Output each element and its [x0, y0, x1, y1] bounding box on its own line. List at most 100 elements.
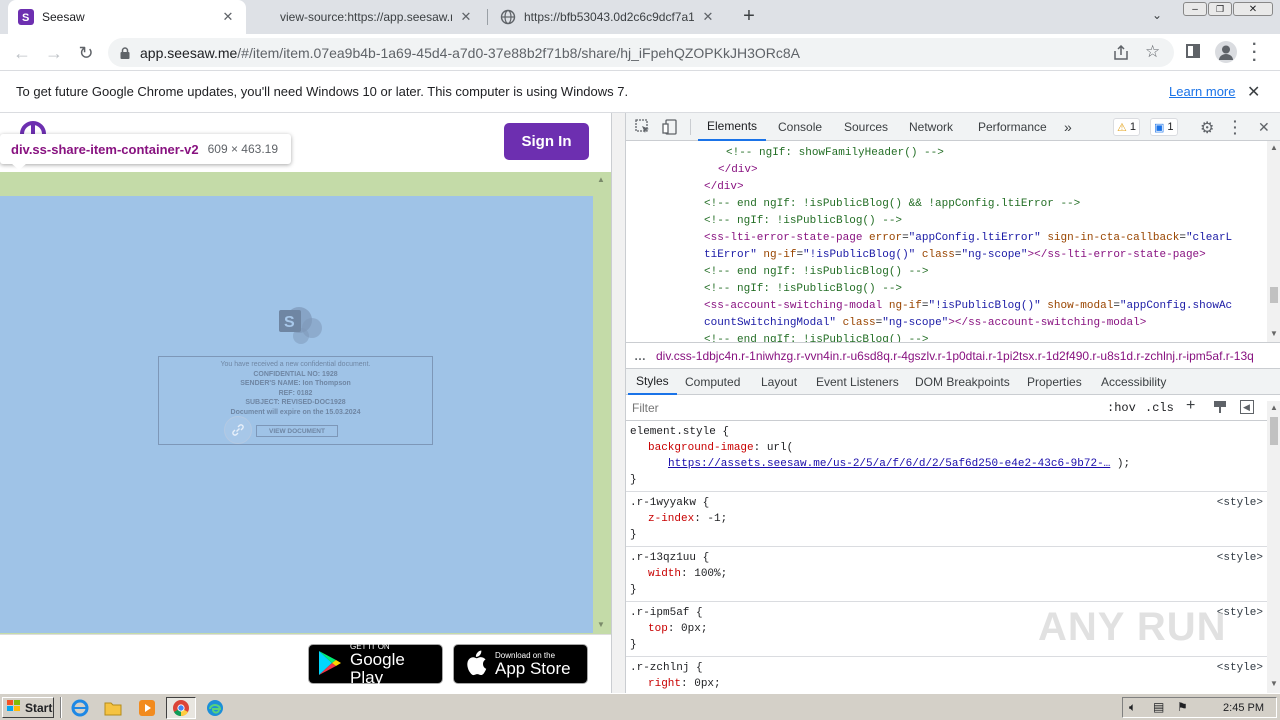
- scroll-down-arrow-icon[interactable]: ▼: [1270, 329, 1278, 338]
- hov-toggle[interactable]: :hov: [1107, 401, 1136, 415]
- dom-node-line[interactable]: </div>: [704, 179, 744, 196]
- sign-in-button[interactable]: Sign In: [504, 123, 589, 160]
- breadcrumb-item[interactable]: div.css-1dbjc4n.r-1niwhzg.r-vvn4in.r-u6s…: [656, 349, 1254, 363]
- style-rule[interactable]: .r-1wyyakw {<style> z-index: -1;}: [626, 492, 1267, 547]
- elements-scrollbar[interactable]: ▲ ▼: [1267, 141, 1280, 342]
- forward-arrow-icon[interactable]: →: [41, 40, 67, 66]
- panel-divider[interactable]: [611, 113, 625, 693]
- tab-close-icon[interactable]: ✕: [700, 9, 716, 25]
- settings-gear-icon[interactable]: ⚙: [1200, 118, 1214, 138]
- scroll-up-arrow-icon[interactable]: ▲: [1270, 403, 1278, 412]
- tab-sources[interactable]: Sources: [844, 113, 888, 141]
- style-rule[interactable]: element.style {background-image: url(htt…: [626, 421, 1267, 492]
- link-icon[interactable]: [224, 416, 252, 444]
- cls-toggle[interactable]: .cls: [1145, 401, 1174, 415]
- subtab-computed[interactable]: Computed: [685, 369, 740, 395]
- dom-node-line[interactable]: <!-- end ngIf: !isPublicBlog() && !appCo…: [704, 196, 1080, 213]
- dom-node-line[interactable]: <!-- end ngIf: !isPublicBlog() -->: [704, 332, 928, 342]
- address-bar[interactable]: app.seesaw.me/#/item/item.07ea9b4b-1a69-…: [108, 38, 1174, 67]
- bookmark-star-icon[interactable]: ☆: [1145, 42, 1160, 62]
- app-store-badge[interactable]: Download on the App Store: [453, 644, 588, 684]
- rule-source-link[interactable]: <style>: [1217, 660, 1263, 676]
- action-center-flag-icon[interactable]: ⚑: [1177, 700, 1188, 714]
- breadcrumb-ellipsis-icon[interactable]: …: [634, 349, 646, 363]
- style-rule[interactable]: .r-zchlnj {<style>right: 0px;}: [626, 657, 1267, 693]
- new-style-rule-plus-icon[interactable]: +: [1186, 397, 1195, 415]
- style-property[interactable]: z-index: -1;: [630, 511, 1267, 527]
- paint-brush-icon[interactable]: [1213, 400, 1227, 414]
- google-play-badge[interactable]: GET IT ON Google Play: [308, 642, 443, 686]
- asset-url-link[interactable]: https://assets.seesaw.me/us-2/5/a/f/6/d/…: [668, 458, 1110, 470]
- learn-more-link[interactable]: Learn more: [1169, 84, 1235, 99]
- style-rule[interactable]: .r-13qz1uu {<style> width: 100%;}: [626, 547, 1267, 602]
- minimize-icon[interactable]: –: [1183, 2, 1207, 16]
- dom-node-line[interactable]: <ss-account-switching-modal ng-if="!isPu…: [704, 298, 1232, 315]
- share-icon[interactable]: [1112, 44, 1130, 61]
- tab-console[interactable]: Console: [778, 113, 822, 141]
- new-tab-icon[interactable]: +: [738, 5, 760, 27]
- more-tabs-chevron-icon[interactable]: »: [1064, 113, 1072, 141]
- dom-node-line[interactable]: <!-- ngIf: !isPublicBlog() -->: [704, 213, 902, 230]
- scroll-down-arrow-icon[interactable]: ▼: [1270, 679, 1278, 688]
- chrome-taskbar-icon[interactable]: [166, 697, 196, 719]
- window-close-icon[interactable]: ✕: [1233, 2, 1273, 16]
- style-property[interactable]: width: 100%;: [630, 566, 1267, 582]
- subtab-event-listeners[interactable]: Event Listeners: [816, 369, 899, 395]
- file-explorer-folder-icon[interactable]: [102, 697, 124, 719]
- subtab-dom-breakpoints[interactable]: DOM Breakpoints: [915, 369, 1010, 395]
- devtools-close-icon[interactable]: ✕: [1258, 119, 1270, 136]
- inspect-element-icon[interactable]: [635, 119, 651, 135]
- style-property[interactable]: background-image: url(: [630, 440, 1267, 456]
- subtab-accessibility[interactable]: Accessibility: [1101, 369, 1166, 395]
- subtab-properties[interactable]: Properties: [1027, 369, 1082, 395]
- styles-scrollbar[interactable]: ▲ ▼: [1267, 401, 1280, 693]
- tab-close-icon[interactable]: ✕: [458, 9, 474, 25]
- subtab-layout[interactable]: Layout: [761, 369, 797, 395]
- view-document-button[interactable]: VIEW DOCUMENT: [256, 425, 338, 437]
- subtab-styles[interactable]: Styles: [628, 369, 677, 395]
- rule-source-link[interactable]: <style>: [1217, 495, 1263, 511]
- scroll-up-arrow-icon[interactable]: ▲: [597, 175, 605, 184]
- start-button[interactable]: Start: [2, 697, 54, 718]
- dom-node-line[interactable]: <!-- end ngIf: !isPublicBlog() -->: [704, 264, 928, 281]
- scroll-thumb[interactable]: [1270, 287, 1278, 303]
- tab-seesaw[interactable]: S Seesaw ✕: [8, 0, 246, 34]
- internet-explorer-icon[interactable]: [69, 697, 91, 719]
- media-player-icon[interactable]: [136, 697, 158, 719]
- messages-badge[interactable]: ▣ 1: [1150, 118, 1178, 136]
- back-arrow-icon[interactable]: ←: [9, 40, 35, 66]
- dom-node-line[interactable]: </div>: [718, 162, 758, 179]
- styles-filter-input[interactable]: [629, 398, 1099, 418]
- profile-avatar-icon[interactable]: [1215, 41, 1237, 63]
- dom-node-line[interactable]: tiError" ng-if="!isPublicBlog()" class="…: [704, 247, 1206, 264]
- dom-node-line[interactable]: countSwitchingModal" class="ng-scope"></…: [704, 315, 1146, 332]
- scroll-up-arrow-icon[interactable]: ▲: [1270, 143, 1278, 152]
- devtools-menu-kebab-icon[interactable]: · · ·: [1233, 114, 1238, 140]
- volume-icon[interactable]: 🔈︎: [1129, 700, 1136, 715]
- toggle-sidebar-icon[interactable]: ◀: [1240, 400, 1254, 414]
- network-icon[interactable]: ▤: [1153, 700, 1164, 714]
- tab-close-icon[interactable]: ✕: [220, 9, 236, 25]
- warnings-badge[interactable]: ⚠ 1: [1113, 118, 1140, 136]
- dom-node-line[interactable]: <ss-lti-error-state-page error="appConfi…: [704, 230, 1232, 247]
- page-scrollbar[interactable]: ▲ ▼: [593, 172, 611, 634]
- edge-icon[interactable]: [204, 697, 226, 719]
- dom-node-line[interactable]: <!-- ngIf: showFamilyHeader() -->: [726, 145, 944, 162]
- tab-elements[interactable]: Elements: [698, 113, 767, 141]
- rule-source-link[interactable]: <style>: [1217, 550, 1263, 566]
- menu-kebab-icon[interactable]: · · ·: [1252, 37, 1257, 69]
- tab-search-chevron-down-icon[interactable]: ⌄: [1152, 8, 1162, 22]
- tab-view-source[interactable]: view-source:https://app.seesaw.me ✕: [270, 0, 484, 34]
- infobar-close-icon[interactable]: ✕: [1247, 82, 1260, 102]
- restore-icon[interactable]: ❐: [1208, 2, 1232, 16]
- dom-node-line[interactable]: <!-- ngIf: !isPublicBlog() -->: [704, 281, 902, 298]
- tab-network[interactable]: Network: [909, 113, 953, 141]
- reload-icon[interactable]: ↻: [73, 40, 99, 66]
- scroll-down-arrow-icon[interactable]: ▼: [597, 620, 605, 629]
- side-panel-icon[interactable]: [1186, 44, 1200, 58]
- lock-icon[interactable]: [118, 46, 132, 60]
- tab-bfb53043[interactable]: https://bfb53043.0d2c6c9dcf7a1fc6 ✕: [490, 0, 726, 34]
- tab-performance[interactable]: Performance: [978, 113, 1047, 141]
- style-property[interactable]: right: 0px;: [630, 676, 1267, 692]
- device-toolbar-icon[interactable]: [662, 119, 678, 135]
